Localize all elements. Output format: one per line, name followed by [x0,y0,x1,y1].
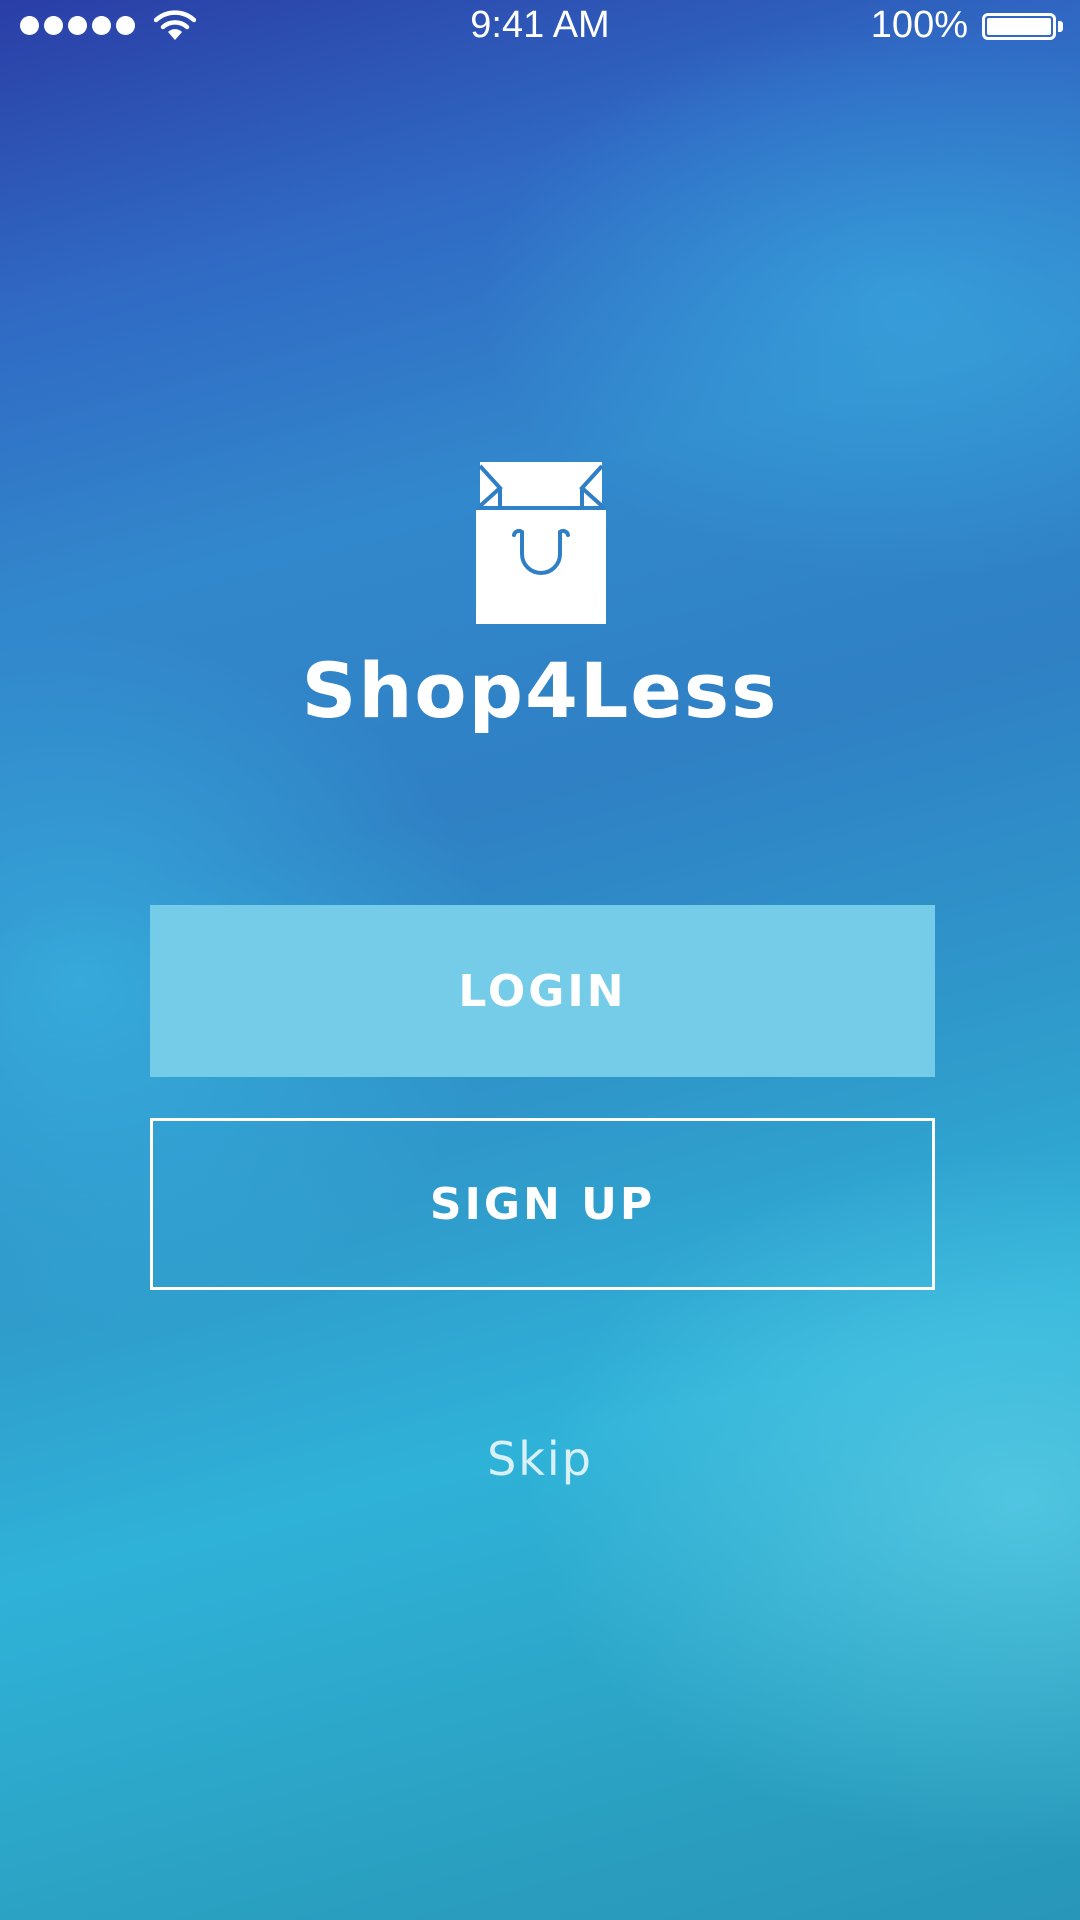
battery-icon [982,13,1056,40]
battery-tip [1058,21,1063,32]
skip-link[interactable]: Skip [0,1432,1080,1486]
signup-button-label: SIGN UP [429,1178,656,1230]
login-button-label: LOGIN [458,965,627,1017]
battery-percent: 100% [870,4,968,46]
shopping-bag-smile-icon [476,462,606,624]
login-button[interactable]: LOGIN [150,905,935,1077]
signup-button[interactable]: SIGN UP [150,1118,935,1290]
status-bar: 9:41 AM 100% [0,0,1080,54]
app-name: Shop4Less [301,646,779,735]
